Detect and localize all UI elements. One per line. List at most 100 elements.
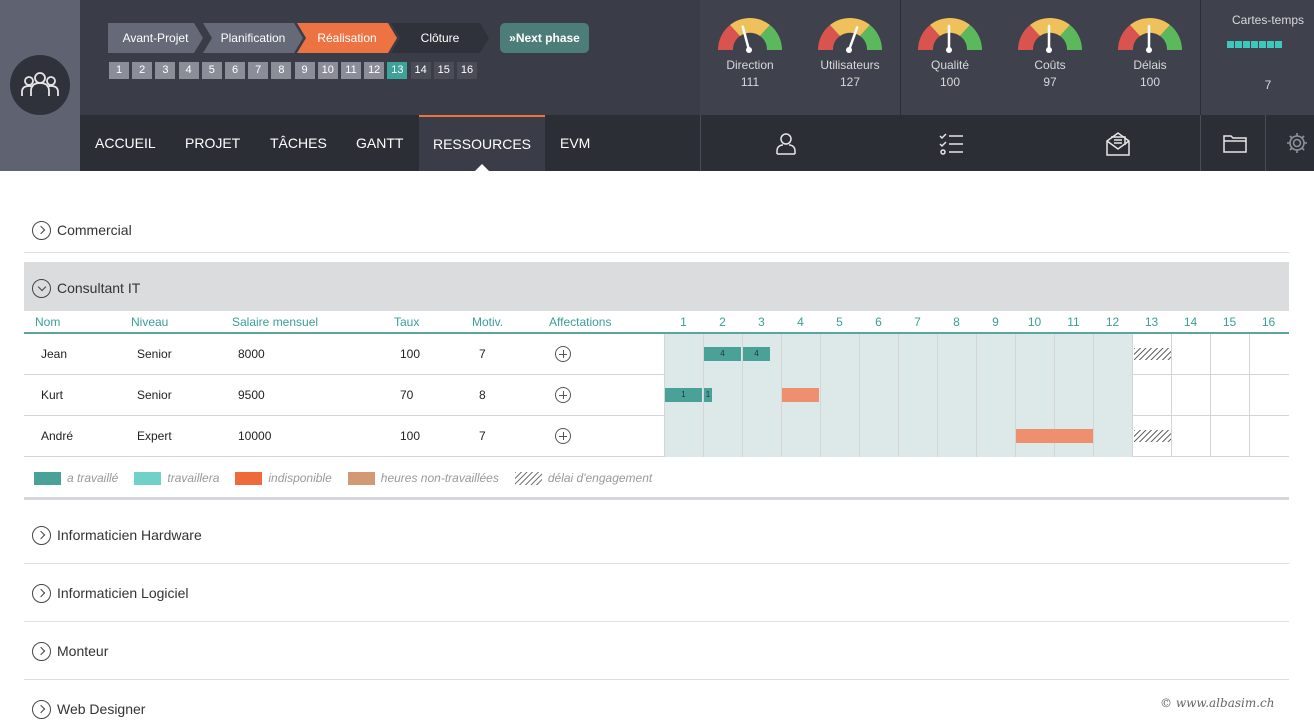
gantt-cell[interactable] (937, 416, 976, 457)
add-assignment-icon[interactable] (555, 346, 571, 362)
section-header[interactable]: Consultant IT (24, 262, 1289, 311)
gantt-cell[interactable] (1249, 416, 1288, 457)
gear-icon[interactable] (1273, 115, 1314, 171)
gantt-cell[interactable] (1093, 375, 1132, 416)
phase-avant-projet[interactable]: Avant-Projet (108, 23, 203, 53)
gantt-cell[interactable] (898, 416, 937, 457)
worked-bar[interactable]: 4 (743, 347, 770, 361)
gantt-cell[interactable] (937, 375, 976, 416)
worked-bar[interactable]: 4 (704, 347, 741, 361)
gantt-cell[interactable] (1132, 334, 1171, 375)
gantt-cell[interactable] (1249, 334, 1288, 375)
gantt-cell[interactable] (781, 334, 820, 375)
section-web-designer[interactable]: Web Designer (24, 680, 1289, 721)
nav-evm[interactable]: EVM (560, 115, 590, 171)
week-10[interactable]: 10 (317, 62, 338, 79)
week-2[interactable]: 2 (132, 62, 153, 79)
chevron-right-icon[interactable] (32, 699, 51, 719)
gauge-0: Direction 111 (700, 12, 800, 89)
week-5[interactable]: 5 (201, 62, 222, 79)
unavailable-bar[interactable] (782, 388, 819, 402)
gantt-cell[interactable] (664, 416, 703, 457)
week-11[interactable]: 11 (341, 62, 361, 79)
week-15[interactable]: 15 (433, 62, 454, 79)
gantt-cell[interactable] (1132, 416, 1171, 457)
gantt-cell[interactable] (742, 416, 781, 457)
chevron-right-icon[interactable] (32, 583, 51, 603)
chevron-right-icon[interactable] (32, 525, 51, 545)
week-1[interactable]: 1 (109, 62, 129, 79)
next-phase-button[interactable]: »Next phase (500, 23, 589, 53)
section-commercial[interactable]: Commercial (24, 201, 1289, 253)
mail-icon[interactable] (1093, 115, 1143, 171)
chevron-right-icon[interactable] (32, 641, 51, 661)
week-16[interactable]: 16 (457, 62, 477, 79)
gantt-cell[interactable] (1015, 334, 1054, 375)
gantt-cell[interactable] (976, 416, 1015, 457)
cartes-temps-dot (1275, 41, 1282, 48)
week-8[interactable]: 8 (271, 62, 292, 79)
week-6[interactable]: 6 (225, 62, 245, 79)
gantt-cell[interactable] (1015, 375, 1054, 416)
gantt-cell[interactable] (820, 334, 859, 375)
gantt-cell[interactable] (1054, 334, 1093, 375)
chevron-right-icon[interactable] (32, 220, 51, 240)
nav-taches[interactable]: TÂCHES (270, 115, 327, 171)
phase-planification[interactable]: Planification (203, 23, 303, 53)
gantt-cell[interactable] (1171, 416, 1210, 457)
gantt-cell[interactable] (1249, 375, 1288, 416)
gantt-cell[interactable] (1093, 416, 1132, 457)
week-9[interactable]: 9 (294, 62, 315, 79)
gantt-cell[interactable] (976, 334, 1015, 375)
gantt-cell[interactable] (898, 375, 937, 416)
nav-accueil[interactable]: ACCUEIL (95, 115, 156, 171)
gantt-cell[interactable] (898, 334, 937, 375)
worked-bar[interactable]: 1 (665, 388, 702, 402)
gantt-cell[interactable] (1054, 375, 1093, 416)
nav-gantt[interactable]: GANTT (356, 115, 403, 171)
gantt-cell[interactable] (664, 334, 703, 375)
chevron-down-icon[interactable] (32, 278, 51, 298)
week-13[interactable]: 13 (387, 62, 408, 79)
gantt-cell[interactable] (859, 375, 898, 416)
gantt-cell[interactable] (1210, 334, 1249, 375)
gantt-cell[interactable] (859, 416, 898, 457)
gantt-cell[interactable] (742, 375, 781, 416)
week-12[interactable]: 12 (364, 62, 385, 79)
user-icon[interactable] (761, 115, 811, 171)
legend-label: indisponible (268, 471, 332, 485)
worked-bar[interactable]: 1 (704, 388, 712, 402)
nav-projet[interactable]: PROJET (185, 115, 240, 171)
unavailable-bar[interactable] (1016, 429, 1093, 443)
checklist-icon[interactable] (927, 115, 977, 171)
gantt-cell[interactable] (937, 334, 976, 375)
week-14[interactable]: 14 (410, 62, 431, 79)
week-4[interactable]: 4 (178, 62, 199, 79)
gantt-cell[interactable] (1210, 416, 1249, 457)
gantt-cell[interactable] (1171, 375, 1210, 416)
week-3[interactable]: 3 (155, 62, 176, 79)
gantt-cell[interactable] (976, 375, 1015, 416)
gantt-cell[interactable] (1132, 375, 1171, 416)
gantt-cell[interactable] (703, 416, 742, 457)
gantt-cell[interactable] (1210, 375, 1249, 416)
phase-realisation[interactable]: Réalisation (297, 23, 397, 53)
phase-cloture[interactable]: Clôture (391, 23, 489, 53)
gantt-cell[interactable] (781, 416, 820, 457)
gantt-cell[interactable] (859, 334, 898, 375)
gantt-cell[interactable] (1093, 334, 1132, 375)
team-logo-icon[interactable] (10, 55, 70, 115)
cartes-temps-panel[interactable]: Cartes-temps 7 (1200, 0, 1314, 115)
section-informaticien-logiciel[interactable]: Informaticien Logiciel (24, 564, 1289, 622)
week-7[interactable]: 7 (248, 62, 269, 79)
nav-ressources[interactable]: RESSOURCES (419, 115, 545, 171)
cell-nom: André (41, 429, 74, 443)
gantt-cell[interactable] (1171, 334, 1210, 375)
gantt-cell[interactable] (820, 416, 859, 457)
add-assignment-icon[interactable] (555, 428, 571, 444)
gantt-cell[interactable] (820, 375, 859, 416)
folder-icon[interactable] (1211, 115, 1256, 171)
section-monteur[interactable]: Monteur (24, 622, 1289, 680)
section-informaticien-hardware[interactable]: Informaticien Hardware (24, 506, 1289, 564)
add-assignment-icon[interactable] (555, 387, 571, 403)
